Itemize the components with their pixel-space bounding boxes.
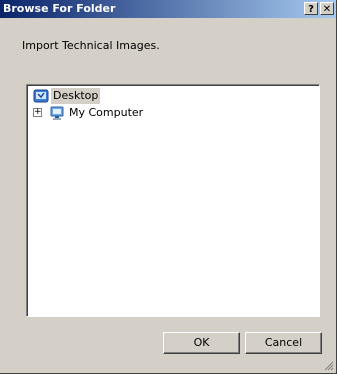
close-button[interactable]: ✕ bbox=[320, 2, 334, 15]
title-bar[interactable]: Browse For Folder ? ✕ bbox=[0, 0, 336, 18]
browse-for-folder-dialog: Browse For Folder ? ✕ Import Technical I… bbox=[0, 0, 337, 374]
help-button[interactable]: ? bbox=[304, 2, 318, 15]
my-computer-icon bbox=[50, 106, 64, 120]
dialog-description: Import Technical Images. bbox=[22, 39, 160, 52]
cancel-button[interactable]: Cancel bbox=[245, 332, 322, 354]
tree-item-label: Desktop bbox=[51, 88, 101, 104]
tree-item-label: My Computer bbox=[69, 106, 144, 119]
dialog-title: Browse For Folder bbox=[3, 2, 116, 15]
ok-button[interactable]: OK bbox=[163, 332, 240, 354]
expand-icon[interactable]: + bbox=[33, 108, 42, 117]
desktop-icon bbox=[33, 89, 49, 103]
resize-grip-icon[interactable] bbox=[323, 360, 334, 371]
folder-tree[interactable]: Desktop + My Computer bbox=[26, 84, 320, 317]
